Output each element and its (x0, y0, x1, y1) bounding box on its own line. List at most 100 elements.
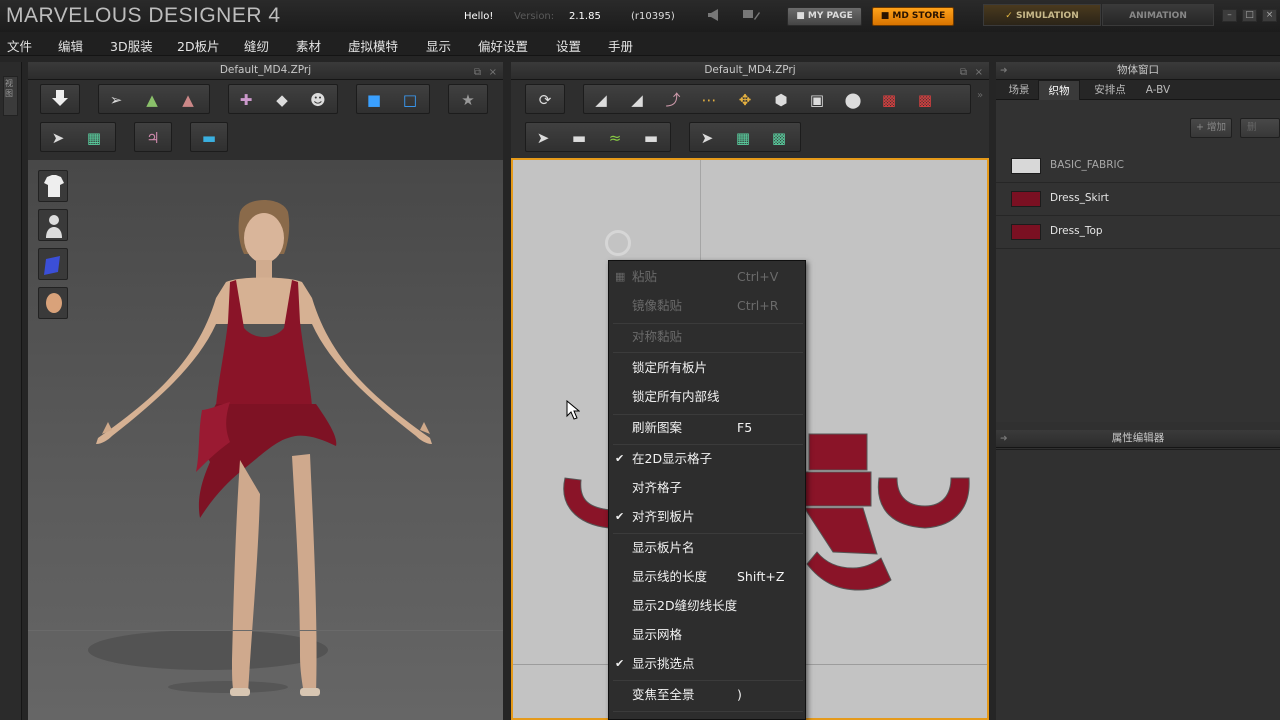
context-item-show-pick-points[interactable]: ✔ 显示挑选点 (609, 651, 805, 677)
menu-file[interactable]: 文件 (7, 36, 32, 55)
maximize-button[interactable]: □ (1242, 9, 1257, 22)
internal-polygon-icon[interactable]: ▩ (876, 88, 902, 112)
avatar-pose-icon[interactable]: ☻ (305, 88, 331, 112)
segment-sew-icon[interactable]: ▬ (566, 126, 592, 150)
menu-sewing[interactable]: 缝纫 (244, 36, 269, 55)
context-item-refresh-pattern[interactable]: 刷新图案 F5 (609, 415, 805, 441)
context-item-label: 显示挑选点 (632, 656, 695, 671)
garment-select-icon[interactable]: ▲ (139, 88, 165, 112)
my-page-button[interactable]: ■ MY PAGE (787, 7, 862, 26)
float-icon[interactable]: ⧉ (960, 64, 967, 81)
context-item-lock-patterns[interactable]: 锁定所有板片 (609, 355, 805, 381)
menu-3d-garment[interactable]: 3D服装 (110, 36, 153, 55)
panel-3d-header: Default_MD4.ZPrj ⧉ × (28, 62, 503, 80)
download-arrow-icon[interactable] (47, 88, 73, 112)
title-bar: MARVELOUS DESIGNER 4 Hello! Version: 2.1… (0, 0, 1280, 32)
pin-tool-icon[interactable]: ✚ (233, 88, 259, 112)
select-grid-icon[interactable]: ➤ (694, 126, 720, 150)
free-sew-icon[interactable]: ≈ (602, 126, 628, 150)
edit-pattern-icon[interactable]: ◢ (588, 88, 614, 112)
context-item-show-pattern-name[interactable]: 显示板片名 (609, 535, 805, 561)
chat-edit-icon[interactable] (742, 8, 760, 22)
menu-preferences[interactable]: 偏好设置 (478, 36, 528, 55)
context-item-show-2d-grid[interactable]: ✔ 在2D显示格子 (609, 446, 805, 472)
tool-group-sewing: ➤ ▬ ≈ ▬ (525, 122, 671, 152)
tab-fabric[interactable]: 织物 (1038, 80, 1080, 100)
circle-icon[interactable]: ⬤ (840, 88, 866, 112)
context-item-zoom-to-fit[interactable]: 变焦至全景 ) (609, 682, 805, 708)
megaphone-icon[interactable] (706, 8, 724, 22)
view-dock-tab[interactable]: 视图 (3, 76, 18, 116)
delete-fabric-button[interactable]: 删 (1240, 118, 1280, 138)
add-point-icon[interactable]: ⋯ (696, 88, 722, 112)
menu-manual[interactable]: 手册 (608, 36, 633, 55)
select-move-icon[interactable]: ➢ (103, 88, 129, 112)
context-item-label: 对齐到板片 (632, 509, 695, 524)
fabric-item-dress-top[interactable]: Dress_Top (996, 216, 1280, 249)
dock-arrow-icon[interactable]: ➜ (1000, 63, 1008, 80)
toolbar-more-icon[interactable]: » (977, 90, 983, 101)
context-item-label: 锁定所有内部线 (632, 389, 720, 404)
dock-arrow-icon[interactable]: ➜ (1000, 431, 1008, 448)
context-item-show-mesh[interactable]: 显示网格 (609, 622, 805, 648)
tack-sew-icon[interactable]: ▬ (638, 126, 664, 150)
refresh-icon[interactable]: ⟳ (532, 88, 558, 112)
animation-mode-button[interactable]: ANIMATION (1102, 4, 1214, 26)
shirt-fold-icon[interactable]: □ (397, 88, 423, 112)
context-item-shortcut: Ctrl+R (737, 298, 779, 313)
panel-close-icon[interactable]: × (489, 64, 497, 81)
menu-materials[interactable]: 素材 (296, 36, 321, 55)
edit-point-icon[interactable]: ◢ (624, 88, 650, 112)
menu-separator (613, 533, 803, 534)
grid-icon[interactable]: ▦ (81, 126, 107, 150)
menu-avatar[interactable]: 虚拟模特 (348, 36, 398, 55)
fabric-item-basic[interactable]: BASIC_FABRIC (996, 150, 1280, 183)
avatar-measure-icon[interactable]: ♃ (140, 126, 166, 150)
edit-curve-icon[interactable]: ⤴ (660, 88, 686, 112)
simulation-mode-button[interactable]: ✓ SIMULATION (983, 4, 1101, 26)
context-item-paste[interactable]: ▦ 粘贴 Ctrl+V (609, 264, 805, 290)
grid-icon[interactable]: ▦ (730, 126, 756, 150)
viewport-3d[interactable] (28, 160, 503, 720)
fabric-swatch (1011, 224, 1041, 240)
menu-edit[interactable]: 编辑 (58, 36, 83, 55)
internal-rect-icon[interactable]: ▩ (912, 88, 938, 112)
texture-icon[interactable]: ▬ (196, 126, 222, 150)
context-item-lock-internal-lines[interactable]: 锁定所有内部线 (609, 384, 805, 410)
minimize-button[interactable]: – (1222, 9, 1237, 22)
close-button[interactable]: × (1262, 9, 1277, 22)
context-item-show-sewing-length[interactable]: 显示2D缝纫线长度 (609, 593, 805, 619)
context-item-symmetric-paste[interactable]: 对称黏贴 (609, 324, 805, 350)
add-fabric-button[interactable]: + 增加 (1190, 118, 1232, 138)
menu-settings[interactable]: 设置 (556, 36, 581, 55)
context-item-mirror-paste[interactable]: 镜像黏贴 Ctrl+R (609, 293, 805, 319)
polygon-icon[interactable]: ⬢ (768, 88, 794, 112)
garment-fold-icon[interactable]: ▲ (175, 88, 201, 112)
panel-close-icon[interactable]: × (975, 64, 983, 81)
tab-scene[interactable]: 场景 (1000, 80, 1038, 100)
my-page-label: MY PAGE (807, 11, 853, 21)
property-editor-header: ➜ 属性编辑器 (996, 430, 1280, 448)
view-dock-label: 视图 (5, 79, 13, 98)
tab-abv[interactable]: A-BV (1136, 80, 1180, 100)
context-item-snap-grid[interactable]: 对齐格子 (609, 475, 805, 501)
context-item-label: 粘贴 (632, 269, 658, 284)
shirt-blue-icon[interactable]: ■ (361, 88, 387, 112)
rectangle-icon[interactable]: ▣ (804, 88, 830, 112)
fabric-name: Dress_Top (1050, 225, 1103, 237)
float-icon[interactable]: ⧉ (474, 64, 481, 81)
tab-arrangement[interactable]: 安排点 (1084, 80, 1136, 100)
menu-display[interactable]: 显示 (426, 36, 451, 55)
select-sew-icon[interactable]: ➤ (530, 126, 556, 150)
md-store-button[interactable]: ■ MD STORE (872, 7, 954, 26)
grid-texture-icon[interactable]: ▩ (766, 126, 792, 150)
transform-icon[interactable]: ✥ (732, 88, 758, 112)
context-item-show-line-length[interactable]: 显示线的长度 Shift+Z (609, 564, 805, 590)
menu-2d-pattern[interactable]: 2D板片 (177, 36, 220, 55)
fabric-item-dress-skirt[interactable]: Dress_Skirt (996, 183, 1280, 216)
eraser-icon[interactable]: ◆ (269, 88, 295, 112)
run-simulation-icon[interactable]: ★ (455, 88, 481, 112)
context-item-snap-pattern[interactable]: ✔ 对齐到板片 (609, 504, 805, 530)
toolbar-3d: ➢ ▲ ▲ ✚ ◆ ☻ ■ □ ★ ➤ ▦ ♃ ▬ (28, 80, 503, 160)
select-grid-icon[interactable]: ➤ (45, 126, 71, 150)
